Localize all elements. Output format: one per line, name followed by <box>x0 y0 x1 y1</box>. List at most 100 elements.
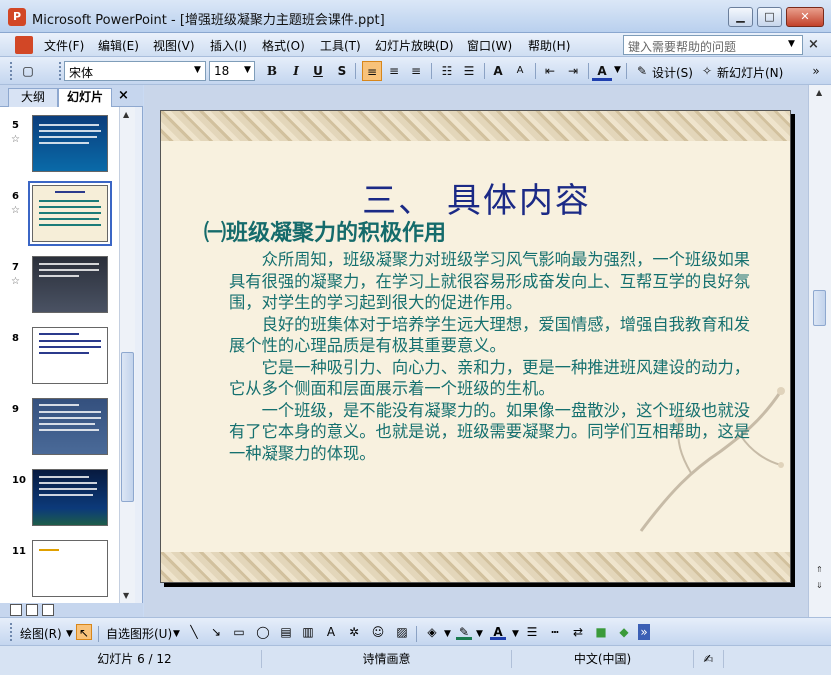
tab-slides[interactable]: 幻灯片 <box>58 88 112 107</box>
numbered-list-icon[interactable]: ☷ <box>437 61 457 81</box>
menu-format[interactable]: 格式(O) <box>262 37 305 54</box>
close-button[interactable]: ✕ <box>786 7 824 27</box>
diagram-icon[interactable]: ✲ <box>346 624 362 640</box>
slide-thumbnail[interactable] <box>32 115 108 172</box>
decrease-indent-icon[interactable]: ⇤ <box>540 61 560 81</box>
new-document-icon[interactable]: ▢ <box>18 61 38 81</box>
menu-tools[interactable]: 工具(T) <box>320 37 361 54</box>
minimize-button[interactable]: ▁ <box>728 7 753 27</box>
textbox-icon[interactable]: ▤ <box>278 624 294 640</box>
wordart-icon[interactable]: A <box>323 624 339 640</box>
autoshapes-button[interactable]: 自选图形(U) <box>106 625 172 642</box>
arrow-style-icon[interactable]: ⇄ <box>570 624 586 640</box>
close-icon[interactable]: × <box>118 88 129 103</box>
toolbar-grip[interactable] <box>10 62 13 80</box>
slide-thumbnail[interactable] <box>32 327 108 384</box>
chevron-down-icon[interactable]: ▼ <box>476 629 483 639</box>
toolbar-options-icon[interactable]: » <box>638 624 650 640</box>
spelling-check-icon[interactable]: ✍ <box>694 650 724 668</box>
vertical-textbox-icon[interactable]: ▥ <box>300 624 316 640</box>
bullet-list-icon[interactable]: ☰ <box>459 61 479 81</box>
menu-window[interactable]: 窗口(W) <box>467 37 512 54</box>
toolbar-options-icon[interactable]: » <box>806 61 826 81</box>
align-left-icon[interactable]: ≡ <box>362 61 382 81</box>
slide-body-text[interactable]: 众所周知，班级凝聚力对班级学习风气影响最为强烈，一个班级如果具有很强的凝聚力，在… <box>229 249 759 464</box>
chevron-down-icon[interactable]: ▼ <box>788 39 795 49</box>
scroll-thumb[interactable] <box>813 290 826 326</box>
chevron-down-icon[interactable]: ▼ <box>444 629 451 639</box>
slide-scrollbar[interactable]: ▲ ⇑ ⇓ <box>808 85 831 617</box>
select-pointer-icon[interactable]: ↖ <box>76 624 92 640</box>
slide-subtitle[interactable]: ㈠班级凝聚力的积极作用 <box>204 215 446 247</box>
align-center-icon[interactable]: ≡ <box>384 61 404 81</box>
chevron-down-icon[interactable]: ▼ <box>512 629 519 639</box>
previous-slide-icon[interactable]: ⇑ <box>816 565 823 574</box>
chevron-down-icon[interactable]: ▼ <box>66 629 73 639</box>
line-style-icon[interactable]: ☰ <box>524 624 540 640</box>
current-slide[interactable]: 三、 具体内容 ㈠班级凝聚力的积极作用 众所周知，班级凝聚力对班级学习风气影响最… <box>160 110 791 583</box>
chevron-down-icon[interactable]: ▼ <box>173 629 180 639</box>
grow-font-icon[interactable]: A <box>488 61 508 81</box>
line-color-icon[interactable]: ✎ <box>456 624 472 640</box>
align-right-icon[interactable]: ≡ <box>406 61 426 81</box>
next-slide-icon[interactable]: ⇓ <box>816 581 823 590</box>
font-name-select[interactable]: 宋体 <box>64 61 206 81</box>
slide-thumbnail[interactable] <box>32 398 108 455</box>
shadow-button[interactable]: S <box>332 61 352 81</box>
help-search-input[interactable]: 键入需要帮助的问题 <box>623 35 803 55</box>
chevron-down-icon[interactable]: ▼ <box>244 65 251 75</box>
chevron-down-icon[interactable]: ▼ <box>194 65 201 75</box>
document-icon[interactable] <box>15 36 33 54</box>
maximize-button[interactable]: □ <box>757 7 782 27</box>
normal-view-icon[interactable] <box>10 604 22 616</box>
clipart-icon[interactable]: ☺ <box>370 624 386 640</box>
toolbar-grip[interactable] <box>59 62 62 80</box>
increase-indent-icon[interactable]: ⇥ <box>563 61 583 81</box>
picture-icon[interactable]: ▨ <box>394 624 410 640</box>
thumb-number: 7 <box>12 262 19 273</box>
fill-color-icon[interactable]: ◈ <box>424 624 440 640</box>
menu-slideshow[interactable]: 幻灯片放映(D) <box>375 37 454 54</box>
shadow-style-icon[interactable]: ■ <box>593 624 609 640</box>
shrink-font-icon[interactable]: A <box>510 61 530 81</box>
oval-icon[interactable]: ◯ <box>255 624 271 640</box>
scroll-up-icon[interactable]: ▲ <box>123 110 129 119</box>
new-slide-button[interactable]: 新幻灯片(N) <box>717 64 783 81</box>
scroll-up-icon[interactable]: ▲ <box>816 88 822 97</box>
slide-thumbnail[interactable] <box>32 540 108 597</box>
toolbar-separator <box>98 626 99 642</box>
slideshow-view-icon[interactable] <box>42 604 54 616</box>
slide-thumbnail[interactable] <box>32 256 108 313</box>
arrow-icon[interactable]: ↘ <box>208 624 224 640</box>
thumbnail-scrollbar[interactable]: ▲ ▼ <box>119 107 135 603</box>
design-icon[interactable]: ✎ <box>632 61 652 81</box>
design-button[interactable]: 设计(S) <box>652 64 693 81</box>
rectangle-icon[interactable]: ▭ <box>231 624 247 640</box>
menu-view[interactable]: 视图(V) <box>153 37 195 54</box>
slide-thumbnail[interactable] <box>28 181 112 246</box>
line-icon[interactable]: ╲ <box>186 624 202 640</box>
toolbar-grip[interactable] <box>10 623 13 641</box>
slide-thumbnail[interactable] <box>32 469 108 526</box>
underline-button[interactable]: U <box>308 61 328 81</box>
draw-menu-button[interactable]: 绘图(R) <box>20 625 62 642</box>
scroll-thumb[interactable] <box>121 352 134 502</box>
italic-button[interactable]: I <box>286 61 306 81</box>
font-color-icon[interactable]: A <box>592 61 612 81</box>
document-close-icon[interactable]: × <box>808 37 819 52</box>
chevron-down-icon[interactable]: ▼ <box>614 65 621 75</box>
menu-edit[interactable]: 编辑(E) <box>98 37 139 54</box>
formatting-toolbar: ▢ 宋体 ▼ 18 ▼ B I U S ≡ ≡ ≡ ☷ ☰ A A ⇤ ⇥ A … <box>0 57 831 85</box>
powerpoint-icon[interactable]: P <box>8 8 26 26</box>
tab-outline[interactable]: 大纲 <box>8 88 58 107</box>
menu-file[interactable]: 文件(F) <box>44 37 84 54</box>
menu-insert[interactable]: 插入(I) <box>210 37 247 54</box>
scroll-down-icon[interactable]: ▼ <box>123 591 129 600</box>
slide-sorter-icon[interactable] <box>26 604 38 616</box>
dash-style-icon[interactable]: ┅ <box>547 624 563 640</box>
3d-style-icon[interactable]: ◆ <box>616 624 632 640</box>
new-slide-icon[interactable]: ✧ <box>697 61 717 81</box>
bold-button[interactable]: B <box>262 61 282 81</box>
menu-help[interactable]: 帮助(H) <box>528 37 570 54</box>
font-color-icon[interactable]: A <box>490 624 506 640</box>
